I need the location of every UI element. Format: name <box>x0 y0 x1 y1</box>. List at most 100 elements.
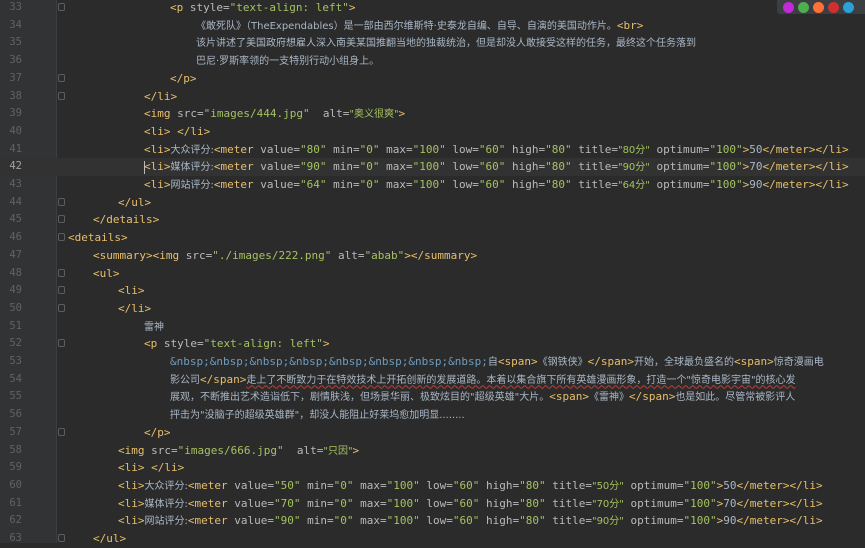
fold-marker-icon[interactable] <box>58 427 65 436</box>
line-number: 50 <box>9 301 22 314</box>
code-line[interactable]: 58 <img src="images/666.jpg" alt="只因"> <box>0 442 865 460</box>
value-token: "0" <box>359 142 380 156</box>
code-line[interactable]: 42 <li>媒体评分:<meter value="90" min="0" max… <box>0 158 865 176</box>
fold-marker-icon[interactable] <box>58 197 65 206</box>
code-content: </li> <box>144 88 177 106</box>
text-token: 90 <box>723 514 737 528</box>
code-line[interactable]: 39 <img src="images/444.jpg" alt="奥义很爽"> <box>0 105 865 123</box>
code-line[interactable]: 46 <details> <box>0 229 865 247</box>
attribute-token: min= <box>326 178 360 191</box>
value-token: "100" <box>412 178 446 191</box>
tag-token: </meter></li> <box>762 160 849 174</box>
tag-token: <meter <box>187 514 228 528</box>
code-line[interactable]: 43 <li>网站评分:<meter value="64" min="0" max… <box>0 176 865 194</box>
code-line[interactable]: 63 </ul> <box>0 530 865 548</box>
value-token: "abab" <box>364 248 405 262</box>
code-line[interactable]: 61 <li>媒体评分:<meter value="70" min="0" max… <box>0 495 865 513</box>
tag-token: > <box>352 443 360 457</box>
text-token: 媒体评分: <box>144 498 188 510</box>
code-line[interactable]: 33 <p style="text-align: left"> <box>0 0 865 17</box>
tag-token: <img <box>144 107 171 121</box>
code-line[interactable]: 54 影公司</span>走上了不断致力于在特效技术上开拓创新的发展道路。本着以集… <box>0 371 865 389</box>
code-line[interactable]: 48 <ul> <box>0 265 865 283</box>
value-token: "60" <box>452 496 480 510</box>
code-line[interactable]: 62 <li>网站评分:<meter value="90" min="0" max… <box>0 512 865 530</box>
code-content: <li> <box>118 282 145 300</box>
tag-token: <li> <box>118 514 145 528</box>
text-token: 媒体评分: <box>170 162 214 174</box>
intellij-icon[interactable] <box>783 1 794 13</box>
tag-token: <meter <box>187 496 228 510</box>
tag-token: <li> <box>144 178 171 191</box>
value-token: "50" <box>273 478 301 492</box>
code-line[interactable]: 59 <li> </li> <box>0 459 865 477</box>
code-line[interactable]: 36 巴尼·罗斯率领的一支特别行动小组身上。 <box>0 52 865 70</box>
code-line[interactable]: 57 </p> <box>0 424 865 442</box>
code-editor[interactable]: 33 <p style="text-align: left"> 34 《敢死队》（Th… <box>0 0 865 545</box>
code-line[interactable]: 34 《敢死队》（TheExpendables）是一部由西尔维斯特·史泰龙自编、自… <box>0 17 865 35</box>
tag-token: </meter></li> <box>762 178 849 191</box>
line-number: 54 <box>9 372 22 385</box>
attribute-token: src= <box>144 443 178 457</box>
chrome-icon[interactable] <box>798 1 809 13</box>
attribute-token: value= <box>227 514 274 528</box>
code-line[interactable]: 45 </details> <box>0 211 865 229</box>
edge-icon[interactable] <box>843 1 854 13</box>
entity-token: &nbsp;&nbsp;&nbsp;&nbsp;&nbsp;&nbsp;&nbs… <box>170 355 488 368</box>
code-line[interactable]: 41 <li>大众评分:<meter value="80" min="0" max… <box>0 141 865 159</box>
fold-marker-icon[interactable] <box>58 233 65 242</box>
code-line[interactable]: 38 </li> <box>0 88 865 106</box>
fold-marker-icon[interactable] <box>58 215 65 224</box>
code-line[interactable]: 60 <li>大众评分:<meter value="50" min="0" max… <box>0 477 865 495</box>
text-token: 抨击为"没脑子的超级英雄群"，却没人能阻止好莱坞愈加明显........ <box>170 410 465 422</box>
line-number: 39 <box>9 107 22 120</box>
code-line[interactable]: 47 <summary><img src="./images/222.png" a… <box>0 247 865 265</box>
code-line[interactable]: 44 </ul> <box>0 194 865 212</box>
tag-token: <li> <box>144 142 171 156</box>
tag-token: > <box>398 107 406 121</box>
tag-token: <p <box>170 1 184 14</box>
code-line[interactable]: 40 <li> </li> <box>0 123 865 141</box>
fold-marker-icon[interactable] <box>58 73 65 82</box>
code-content: <li>网站评分:<meter value="90" min="0" max="… <box>118 512 823 531</box>
code-line[interactable]: 53 &nbsp;&nbsp;&nbsp;&nbsp;&nbsp;&nbsp;&n… <box>0 353 865 371</box>
code-line[interactable]: 49 <li> <box>0 282 865 300</box>
code-line[interactable]: 52 <p style="text-align: left"> <box>0 335 865 353</box>
tag-token: </meter></li> <box>762 142 849 156</box>
attribute-token: low= <box>445 142 479 156</box>
value-token: "60" <box>452 478 480 492</box>
attribute-token: high= <box>479 478 520 492</box>
tag-token: <li> <box>144 124 171 138</box>
opera-icon[interactable] <box>828 1 839 13</box>
text-token: 影公司 <box>170 374 200 386</box>
attribute-token: style= <box>183 1 230 14</box>
value-token: "60" <box>478 178 506 191</box>
fold-marker-icon[interactable] <box>58 534 65 542</box>
fold-marker-icon[interactable] <box>58 3 65 11</box>
tag-token: </ul> <box>93 532 127 545</box>
text-token: 70 <box>723 496 737 510</box>
value-token: "70分" <box>591 498 624 510</box>
value-token: "100" <box>386 514 420 528</box>
line-number: 46 <box>9 231 22 244</box>
line-number: 51 <box>9 319 22 332</box>
firefox-icon[interactable] <box>813 1 824 13</box>
attribute-token: max= <box>379 142 413 156</box>
code-line[interactable]: 35 该片讲述了美国政府想雇人深入南美某国推翻当地的独裁统治，但是却没人敢接受这样… <box>0 34 865 52</box>
code-content: <img src="images/444.jpg" alt="奥义很爽"> <box>144 105 405 124</box>
value-token: "100" <box>709 142 743 156</box>
line-number: 63 <box>9 532 22 544</box>
fold-marker-icon[interactable] <box>58 268 65 277</box>
code-line[interactable]: 51 雷神 <box>0 318 865 336</box>
fold-marker-icon[interactable] <box>58 286 65 295</box>
code-content: 抨击为"没脑子的超级英雄群"，却没人能阻止好莱坞愈加明显........ <box>170 406 465 425</box>
code-line[interactable]: 56 抨击为"没脑子的超级英雄群"，却没人能阻止好莱坞愈加明显........ <box>0 406 865 424</box>
fold-marker-icon[interactable] <box>58 91 65 100</box>
tag-token: <summary><img <box>93 248 180 262</box>
code-line[interactable]: 50 </li> <box>0 300 865 318</box>
line-number: 60 <box>9 478 22 491</box>
fold-marker-icon[interactable] <box>58 303 65 312</box>
code-line[interactable]: 55 展观，不断推出艺术造诣低下，剧情肤浅，但场景华丽、极致炫目的"超级英雄"大片… <box>0 388 865 406</box>
fold-marker-icon[interactable] <box>58 339 65 348</box>
code-line[interactable]: 37 </p> <box>0 70 865 88</box>
